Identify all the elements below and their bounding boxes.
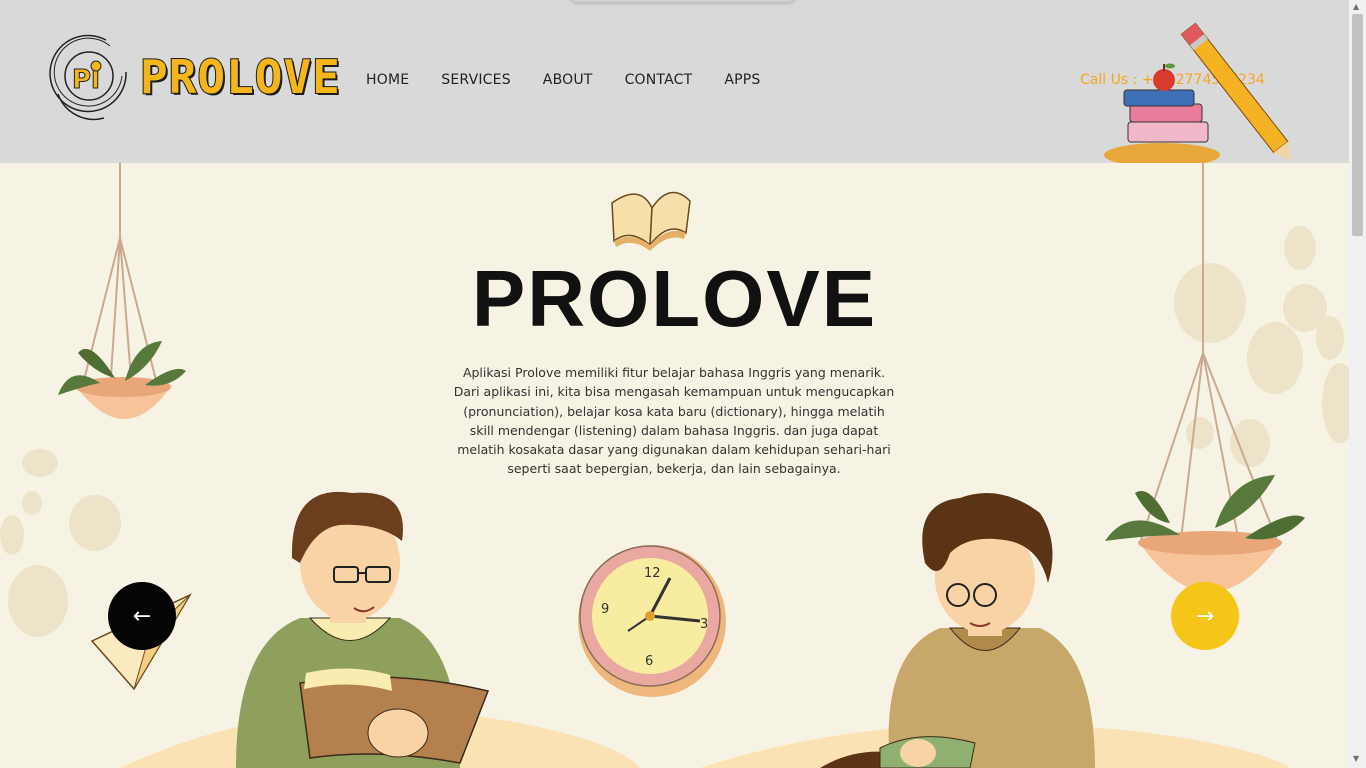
header-tab-decoration	[570, 0, 796, 2]
open-book-icon	[611, 191, 691, 251]
scroll-up-icon[interactable]: ▲	[1353, 2, 1359, 11]
hero-section: 12 3 6 9 PROLOVE Aplikasi Prolove memili…	[0, 163, 1349, 768]
hero-title: PROLOVE	[471, 254, 878, 343]
brand-logo[interactable]: Pl PROLOVE	[46, 32, 341, 122]
nav-about[interactable]: ABOUT	[543, 72, 593, 88]
scrollbar-thumb[interactable]	[1352, 14, 1363, 236]
nav-apps[interactable]: APPS	[724, 72, 760, 88]
arrow-left-icon: ←	[132, 603, 152, 629]
hero-description: Aplikasi Prolove memiliki fitur belajar …	[453, 365, 895, 477]
nav-services[interactable]: SERVICES	[441, 72, 511, 88]
clock-numeral-6: 6	[645, 654, 653, 669]
site-header: Pl PROLOVE HOME SERVICES ABOUT CONTACT A…	[0, 0, 1349, 163]
page-scrollbar[interactable]: ▲ ▼	[1349, 0, 1366, 768]
clock-numeral-3: 3	[700, 617, 708, 632]
main-nav: HOME SERVICES ABOUT CONTACT APPS	[366, 72, 761, 88]
scroll-down-icon[interactable]: ▼	[1353, 754, 1359, 763]
arrow-right-icon: →	[1195, 603, 1215, 629]
prolove-logo-icon: Pl	[49, 34, 127, 121]
clock-numeral-12: 12	[644, 566, 661, 581]
books-pencil-illustration	[1104, 22, 1290, 163]
nav-contact[interactable]: CONTACT	[625, 72, 693, 88]
reader-girl-illustration	[820, 493, 1095, 768]
carousel-prev-button[interactable]: ←	[108, 582, 176, 650]
wall-clock-icon: 12 3 6 9	[578, 545, 726, 697]
clock-numeral-9: 9	[601, 602, 609, 617]
brand-name: PROLOVE	[139, 49, 341, 105]
reader-boy-illustration	[236, 491, 490, 768]
carousel-next-button[interactable]: →	[1171, 582, 1239, 650]
nav-home[interactable]: HOME	[366, 72, 409, 88]
